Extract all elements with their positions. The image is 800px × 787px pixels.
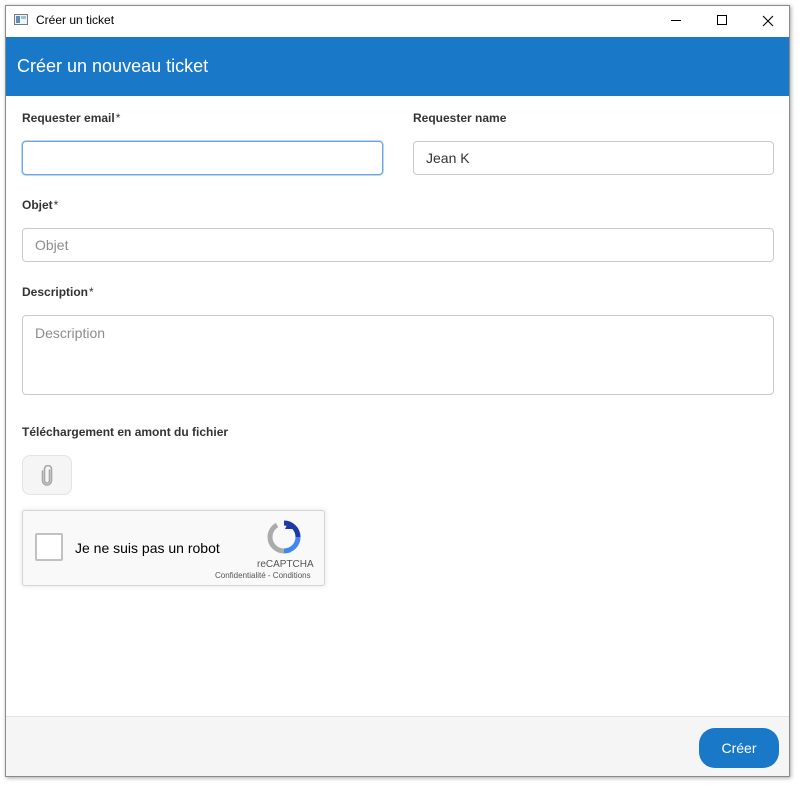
page-title: Créer un nouveau ticket [17, 56, 209, 76]
recaptcha-label: Je ne suis pas un robot [75, 540, 220, 556]
recaptcha-logo-icon [267, 520, 301, 554]
description-label: Description* [22, 285, 94, 299]
requester-name-label: Requester name [413, 111, 507, 125]
form-footer: Créer [6, 716, 789, 776]
title-bar[interactable]: Créer un ticket [6, 6, 789, 36]
app-window: Créer un ticket Créer un nouveau ticket … [5, 5, 790, 777]
page-header: Créer un nouveau ticket [6, 37, 789, 96]
recaptcha-checkbox[interactable] [35, 533, 63, 561]
recaptcha-brand: reCAPTCHA [257, 559, 314, 570]
requester-name-input[interactable] [413, 141, 774, 175]
maximize-button[interactable] [699, 6, 745, 36]
recaptcha-widget: Je ne suis pas un robot reCAPTCHA Confid… [22, 510, 325, 586]
window-title: Créer un ticket [36, 13, 115, 27]
minimize-icon [671, 20, 681, 21]
description-textarea[interactable] [22, 315, 774, 395]
paperclip-icon [41, 465, 53, 486]
create-button[interactable]: Créer [699, 728, 779, 768]
required-mark: * [115, 111, 121, 125]
app-window-icon [14, 14, 28, 25]
requester-email-input[interactable] [22, 141, 383, 175]
recaptcha-links[interactable]: Confidentialité - Conditions [215, 571, 311, 580]
minimize-button[interactable] [653, 6, 699, 36]
required-mark: * [89, 285, 94, 299]
requester-email-label: Requester email* [22, 111, 121, 125]
file-upload-label: Téléchargement en amont du fichier [22, 425, 229, 439]
attach-file-button[interactable] [22, 455, 72, 495]
close-button[interactable] [745, 6, 789, 36]
subject-input[interactable] [22, 228, 774, 262]
subject-label: Objet* [22, 198, 59, 212]
maximize-icon [717, 15, 727, 25]
close-icon [762, 15, 774, 27]
required-mark: * [53, 198, 59, 212]
